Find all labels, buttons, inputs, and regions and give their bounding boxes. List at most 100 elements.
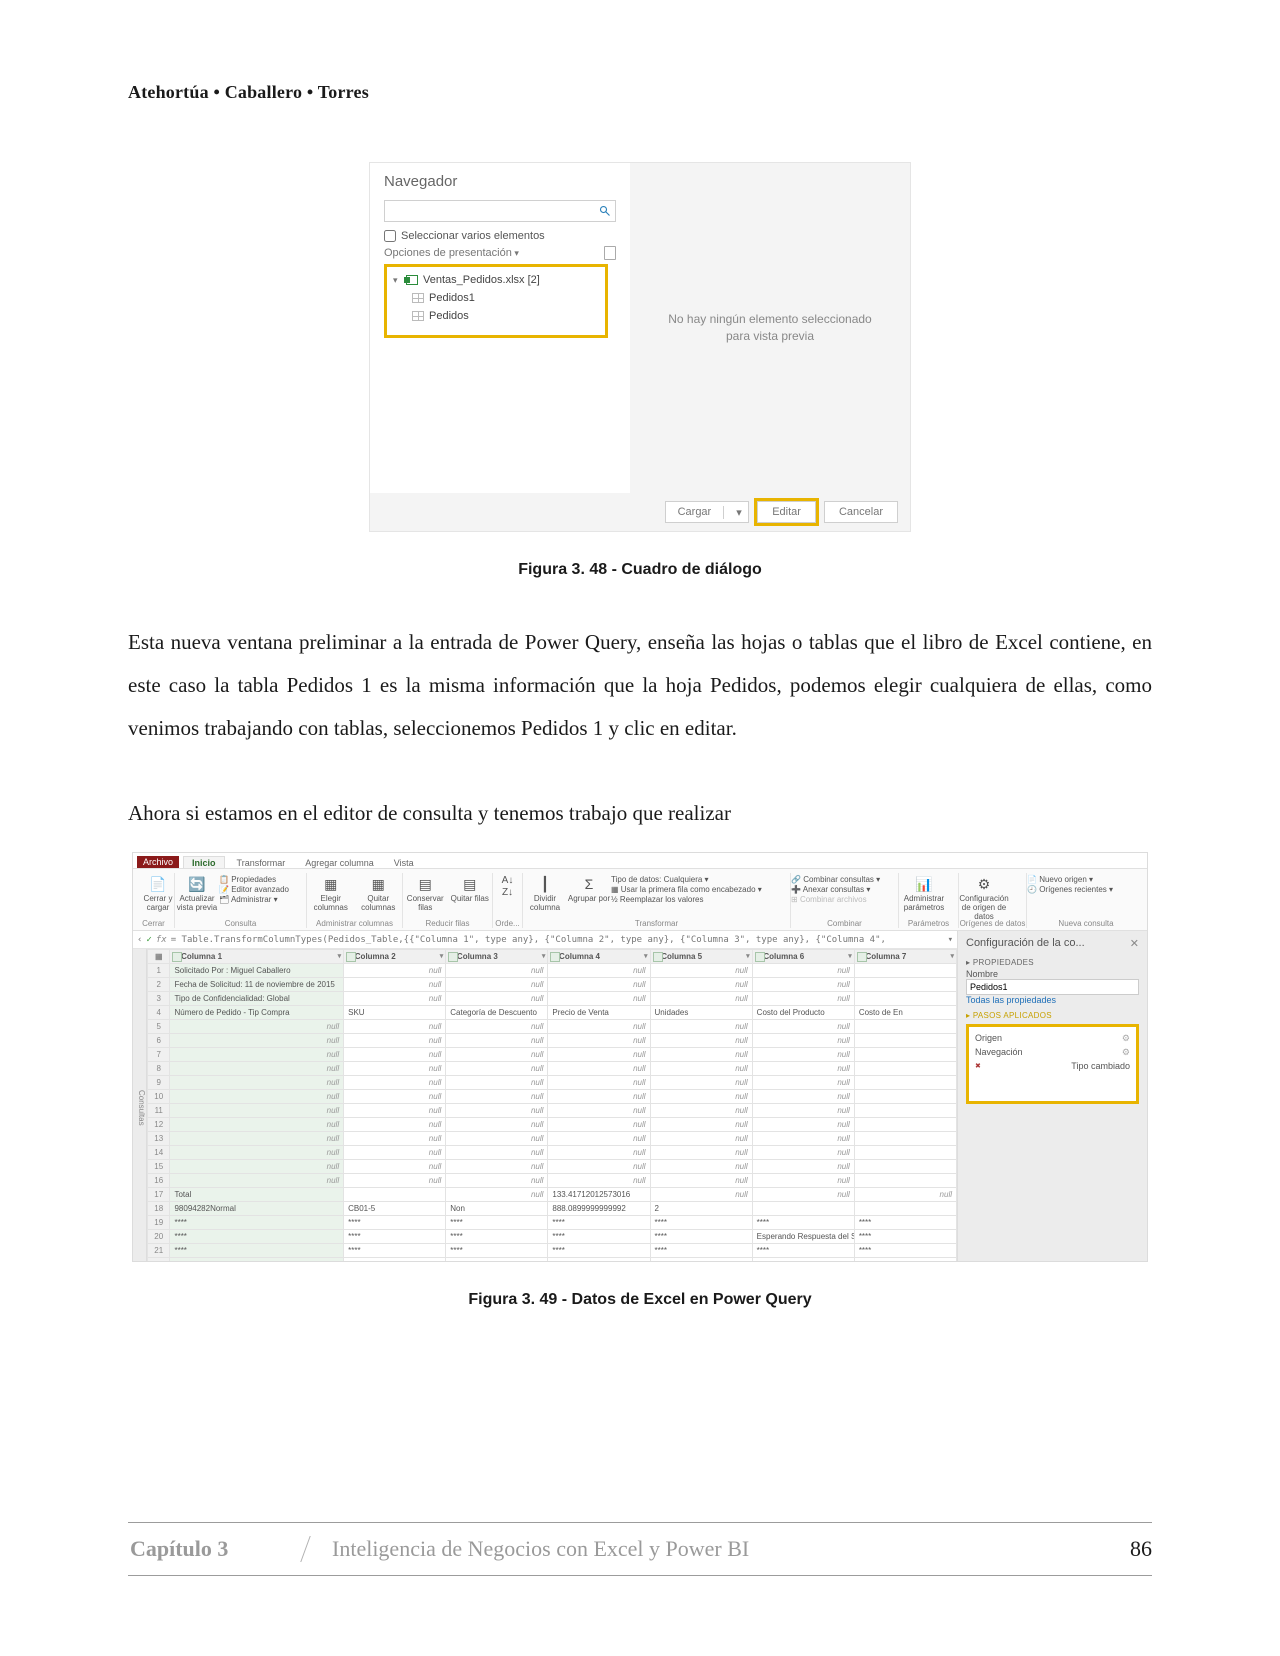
gear-icon[interactable]: ⚙ xyxy=(1122,1033,1130,1044)
checkbox-icon[interactable] xyxy=(384,230,396,242)
caret-down-icon[interactable]: ▾ xyxy=(393,275,401,286)
table-row[interactable]: 6nullnullnullnullnullnull xyxy=(148,1034,957,1048)
column-header[interactable]: Columna 2▾ xyxy=(344,950,446,964)
quitar-filas-button[interactable]: ▤Quitar filas xyxy=(448,873,493,913)
rib-label: Administrar xyxy=(231,895,271,904)
formula-dropdown-icon[interactable]: ▾ xyxy=(948,935,953,945)
tipo-datos-dropdown[interactable]: Tipo de datos: Cualquiera ▾ xyxy=(611,875,787,884)
admin-parametros-button[interactable]: 📊Administrar parámetros xyxy=(899,873,949,913)
sort-desc-button[interactable]: Z↓ xyxy=(502,887,513,898)
actualizar-button[interactable]: 🔄Actualizar vista previa xyxy=(175,873,219,913)
column-header[interactable]: Columna 4▾ xyxy=(548,950,650,964)
table-row[interactable]: 1Solicitado Por : Miguel Caballeronullnu… xyxy=(148,964,957,978)
column-header[interactable]: Columna 1▾ xyxy=(170,950,344,964)
tree-item-pedidos[interactable]: Pedidos xyxy=(393,307,599,325)
combinar-consultas-button[interactable]: 🔗 Combinar consultas ▾ xyxy=(791,875,898,884)
nuevo-origen-button[interactable]: 📄 Nuevo origen ▾ xyxy=(1027,875,1145,884)
table-row[interactable]: 1898094282NormalCB01-5Non888.08999999999… xyxy=(148,1202,957,1216)
table-row[interactable]: 19**************************** xyxy=(148,1216,957,1230)
anexar-consultas-button[interactable]: ➕ Anexar consultas ▾ xyxy=(791,885,898,894)
cargar-button[interactable]: Cargar▾ xyxy=(665,501,750,523)
tab-archivo[interactable]: Archivo xyxy=(137,856,179,868)
table-row[interactable]: 4Número de Pedido - Tip CompraSKUCategor… xyxy=(148,1006,957,1020)
table-row[interactable]: 17Totalnull133.41712012573016nullnullnul… xyxy=(148,1188,957,1202)
table-row[interactable]: 20********************Esperando Respuest… xyxy=(148,1230,957,1244)
origenes-recientes-button[interactable]: 🕘 Orígenes recientes ▾ xyxy=(1027,885,1145,894)
check-icon[interactable]: ✓ xyxy=(146,935,151,945)
table-row[interactable]: 22ErrorErrorErrorErrorErrorErrorError xyxy=(148,1258,957,1262)
gear-icon: ⚙ xyxy=(974,875,994,895)
quitar-columnas-button[interactable]: ▦Quitar columnas xyxy=(355,873,403,913)
display-options-dropdown[interactable]: Opciones de presentación xyxy=(384,247,519,259)
query-settings-panel: Configuración de la co...✕ ▸ PROPIEDADES… xyxy=(957,931,1147,1261)
conservar-filas-button[interactable]: ▤Conservar filas xyxy=(403,873,448,913)
rib-label: Dividir columna xyxy=(523,895,567,913)
cancelar-button[interactable]: Cancelar xyxy=(824,501,898,523)
chevron-down-icon[interactable]: ▾ xyxy=(723,506,748,519)
table-row[interactable]: 14nullnullnullnullnullnull xyxy=(148,1146,957,1160)
table-row[interactable]: 8nullnullnullnullnullnull xyxy=(148,1062,957,1076)
administrar-button[interactable]: 🗂 Administrar ▾ xyxy=(219,895,303,904)
reemplazar-button[interactable]: ½ Reemplazar los valores xyxy=(611,895,787,904)
tab-vista[interactable]: Vista xyxy=(386,857,422,868)
step-tipo-cambiado[interactable]: Tipo cambiado xyxy=(971,1059,1134,1073)
column-header[interactable]: Columna 5▾ xyxy=(650,950,752,964)
combinar-archivos-button[interactable]: ⊞ Combinar archivos xyxy=(791,895,898,904)
propiedades-button[interactable]: 📋 Propiedades xyxy=(219,875,303,884)
close-icon[interactable]: ✕ xyxy=(1130,937,1139,950)
rib-label: Combinar consultas xyxy=(803,875,874,884)
column-header[interactable]: Columna 6▾ xyxy=(752,950,854,964)
table-row[interactable]: 7nullnullnullnullnullnull xyxy=(148,1048,957,1062)
agrupar-button[interactable]: ΣAgrupar por xyxy=(567,873,611,913)
tree-root[interactable]: ▾ Ventas_Pedidos.xlsx [2] xyxy=(393,271,599,289)
table-row[interactable]: 10nullnullnullnullnullnull xyxy=(148,1090,957,1104)
table-row[interactable]: 21**************************** xyxy=(148,1244,957,1258)
elegir-columnas-button[interactable]: ▦Elegir columnas xyxy=(307,873,355,913)
table-row[interactable]: 5nullnullnullnullnullnull xyxy=(148,1020,957,1034)
applied-steps-box: Origen⚙ Navegación⚙ Tipo cambiado xyxy=(966,1024,1139,1104)
table-row[interactable]: 12nullnullnullnullnullnull xyxy=(148,1118,957,1132)
editar-button[interactable]: Editar xyxy=(757,501,816,523)
nav-prev-icon[interactable]: ‹ xyxy=(137,935,142,945)
group-label: Transformar xyxy=(523,919,790,928)
step-origen[interactable]: Origen⚙ xyxy=(971,1031,1134,1045)
tab-transformar[interactable]: Transformar xyxy=(229,857,294,868)
table-row[interactable]: 13nullnullnullnullnullnull xyxy=(148,1132,957,1146)
tree-item-pedidos1[interactable]: Pedidos1 xyxy=(393,289,599,307)
table-row[interactable]: 3Tipo de Confidencialidad: Globalnullnul… xyxy=(148,992,957,1006)
tab-inicio[interactable]: Inicio xyxy=(183,856,225,868)
formula-text: = Table.TransformColumnTypes(Pedidos_Tab… xyxy=(171,935,886,945)
search-input[interactable] xyxy=(384,200,616,222)
table-row[interactable]: 9nullnullnullnullnullnull xyxy=(148,1076,957,1090)
tree-item-label: Pedidos1 xyxy=(429,292,475,304)
nombre-input[interactable] xyxy=(966,979,1139,995)
table-row[interactable]: 11nullnullnullnullnullnull xyxy=(148,1104,957,1118)
sort-asc-button[interactable]: A↓ xyxy=(502,875,514,886)
data-grid[interactable]: ▦ Columna 1▾ Columna 2▾ Columna 3▾ Colum… xyxy=(147,949,957,1261)
formula-bar[interactable]: ‹ ✓ fx = Table.TransformColumnTypes(Pedi… xyxy=(133,931,957,949)
multi-select-checkbox[interactable]: Seleccionar varios elementos xyxy=(384,230,616,242)
dialog-title: Navegador xyxy=(384,173,616,190)
table-row[interactable]: 16nullnullnullnullnullnull xyxy=(148,1174,957,1188)
tab-agregar-columna[interactable]: Agregar columna xyxy=(297,857,382,868)
editor-avanzado-button[interactable]: 📝 Editor avanzado xyxy=(219,885,303,894)
rib-label: Conservar filas xyxy=(403,895,448,913)
group-label: Cerrar xyxy=(133,919,174,928)
column-header[interactable]: Columna 3▾ xyxy=(446,950,548,964)
gear-icon[interactable]: ⚙ xyxy=(1122,1047,1130,1058)
table-row[interactable]: 2Fecha de Solicitud: 11 de noviembre de … xyxy=(148,978,957,992)
chapter-label: Capítulo 3 xyxy=(123,1536,310,1562)
table-row[interactable]: 15nullnullnullnullnullnull xyxy=(148,1160,957,1174)
choose-cols-icon: ▦ xyxy=(321,875,341,895)
queries-sidebar[interactable]: Consultas xyxy=(133,949,147,1261)
step-navegacion[interactable]: Navegación⚙ xyxy=(971,1045,1134,1059)
all-properties-link[interactable]: Todas las propiedades xyxy=(966,995,1056,1005)
config-origen-button[interactable]: ⚙Configuración de origen de datos xyxy=(959,873,1009,921)
figure-2-caption: Figura 3. 49 - Datos de Excel en Power Q… xyxy=(128,1291,1152,1309)
dividir-columna-button[interactable]: ┃Dividir columna xyxy=(523,873,567,913)
group-label: Reducir filas xyxy=(403,919,492,928)
refresh-icon[interactable] xyxy=(604,246,616,260)
usar-fila-button[interactable]: ▦ Usar la primera fila como encabezado ▾ xyxy=(611,885,787,894)
column-header[interactable]: Columna 7▾ xyxy=(854,950,956,964)
tree-highlight-box: ▾ Ventas_Pedidos.xlsx [2] Pedidos1 Pedid… xyxy=(384,264,608,338)
